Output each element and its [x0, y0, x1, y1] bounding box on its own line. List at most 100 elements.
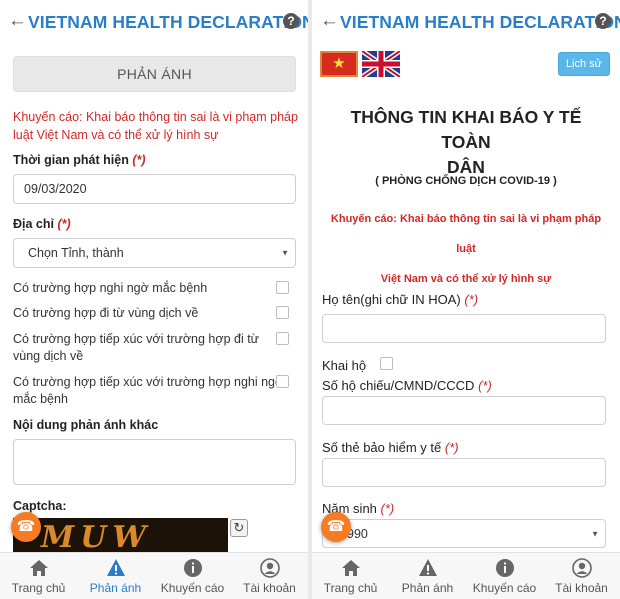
required-mark: (*) [444, 440, 459, 455]
phone-call-icon[interactable]: ☎ [11, 512, 41, 542]
history-button[interactable]: Lịch sử [558, 52, 610, 76]
passport-label-text: Số hộ chiếu/CMND/CCCD [322, 378, 475, 393]
uk-flag-icon[interactable] [362, 51, 400, 77]
birth-year-select[interactable]: 990 ▼ [322, 519, 606, 548]
checkbox-suspected[interactable] [276, 281, 289, 294]
user-icon [543, 558, 620, 580]
info-icon [154, 558, 231, 580]
nav-account[interactable]: Tài khoản [231, 553, 308, 599]
phone-call-icon[interactable]: ☎ [321, 512, 351, 542]
bottom-nav: Trang chủ Phản ánh Khuyến cáo Tài khoản [0, 552, 308, 599]
top-bar: ← VIETNAM HEALTH DECLARATION ? [312, 0, 620, 44]
nav-home-label: Trang chủ [323, 581, 378, 595]
warning-line-1: Khuyến cáo: Khai báo thông tin sai là vi… [330, 213, 602, 255]
address-label-text: Địa chỉ [13, 217, 54, 231]
check-label-contact-epidemic: Có trường hợp tiếp xúc với trường hợp đi… [13, 331, 259, 365]
nav-reflect-label: Phản ánh [401, 581, 454, 595]
dropdown-arrow-icon: ▼ [591, 529, 599, 538]
full-name-label-text: Họ tên(ghi chữ IN HOA) [322, 292, 461, 307]
info-icon [466, 558, 543, 580]
back-arrow-icon[interactable]: ← [8, 11, 27, 31]
required-mark: (*) [380, 501, 395, 516]
app-title: VIETNAM HEALTH DECLARATION [340, 12, 620, 32]
form-title: THÔNG TIN KHAI BÁO Y TẾ TOÀN DÂN [324, 105, 608, 180]
passport-input[interactable] [322, 396, 606, 425]
warning-text: Khuyến cáo: Khai báo thông tin sai là vi… [320, 204, 612, 294]
nav-account[interactable]: Tài khoản [543, 553, 620, 599]
detect-time-label: Thời gian phát hiện (*) [13, 153, 146, 167]
detect-time-value: 09/03/2020 [24, 182, 87, 196]
warning-icon [77, 558, 154, 580]
user-icon [231, 558, 308, 580]
nav-reflect[interactable]: Phản ánh [77, 553, 154, 599]
province-placeholder: Chọn Tỉnh, thành [28, 246, 124, 260]
captcha-image: MUW [13, 518, 228, 554]
insurance-label: Số thẻ bảo hiểm y tế (*) [322, 440, 459, 455]
other-content-label: Nội dung phản ánh khác [13, 418, 159, 432]
detect-time-input[interactable]: 09/03/2020 [13, 174, 296, 204]
province-select[interactable]: Chọn Tỉnh, thành ▼ [13, 238, 296, 268]
required-mark: (*) [132, 153, 146, 167]
app-title: VIETNAM HEALTH DECLARATION [28, 12, 308, 32]
other-content-textarea[interactable] [13, 439, 296, 485]
home-icon [312, 558, 389, 580]
nav-home[interactable]: Trang chủ [312, 553, 389, 599]
home-icon [0, 558, 77, 580]
nav-advice-label: Khuyến cáo [160, 581, 225, 595]
refresh-captcha-icon[interactable]: ↻ [230, 519, 248, 537]
nav-reflect-label: Phản ánh [89, 581, 142, 595]
check-label-line: Có trường hợp tiếp xúc với trường hợp ng… [13, 375, 284, 389]
warning-text: Khuyến cáo: Khai báo thông tin sai là vi… [13, 108, 298, 144]
nav-account-label: Tài khoản [243, 581, 296, 595]
check-label-line: vùng dịch về [13, 349, 84, 363]
nav-home[interactable]: Trang chủ [0, 553, 77, 599]
passport-label: Số hộ chiếu/CMND/CCCD (*) [322, 378, 492, 393]
khai-ho-label: Khai hộ [322, 358, 367, 373]
warning-line-2: luật Việt Nam và có thể xử lý hình sự [13, 128, 219, 142]
help-icon[interactable]: ? [283, 13, 299, 29]
nav-advice[interactable]: Khuyến cáo [466, 553, 543, 599]
form-subtitle: ( PHÒNG CHỐNG DỊCH COVID-19 ) [375, 175, 557, 187]
check-label-line: Có trường hợp nghi ngờ mắc bệnh [13, 281, 208, 295]
captcha-text: MUW [41, 520, 153, 554]
captcha-label: Captcha: [13, 499, 67, 513]
declaration-screen: ← VIETNAM HEALTH DECLARATION ? ★ Lịch sử… [312, 0, 620, 599]
nav-reflect[interactable]: Phản ánh [389, 553, 466, 599]
check-label-contact-suspected: Có trường hợp tiếp xúc với trường hợp ng… [13, 374, 283, 408]
top-bar: ← VIETNAM HEALTH DECLARATION ? [0, 0, 308, 44]
full-name-input[interactable] [322, 314, 606, 343]
vietnam-flag-icon[interactable]: ★ [320, 51, 358, 77]
nav-account-label: Tài khoản [555, 581, 608, 595]
required-mark: (*) [478, 378, 492, 393]
star-icon: ★ [332, 54, 346, 72]
form-title-line-1: THÔNG TIN KHAI BÁO Y TẾ TOÀN [350, 107, 582, 152]
detect-time-label-text: Thời gian phát hiện [13, 153, 129, 167]
nav-home-label: Trang chủ [11, 581, 66, 595]
checkbox-contact-epidemic[interactable] [276, 332, 289, 345]
required-mark: (*) [464, 292, 479, 307]
checkbox-contact-suspected[interactable] [276, 375, 289, 388]
reflect-screen: ← VIETNAM HEALTH DECLARATION ? PHẢN ÁNH … [0, 0, 308, 599]
back-arrow-icon[interactable]: ← [320, 11, 339, 31]
check-label-line: Có trường hợp đi từ vùng dịch về [13, 306, 199, 320]
warning-line-2: Việt Nam và có thể xử lý hình sự [380, 273, 552, 285]
checkbox-from-epidemic[interactable] [276, 306, 289, 319]
insurance-label-text: Số thẻ bảo hiểm y tế [322, 440, 442, 455]
warning-line-1: Khuyến cáo: Khai báo thông tin sai là vi… [13, 110, 298, 124]
dropdown-arrow-icon: ▼ [281, 248, 289, 258]
nav-advice[interactable]: Khuyến cáo [154, 553, 231, 599]
reflect-tab-button[interactable]: PHẢN ÁNH [13, 56, 296, 92]
required-mark: (*) [57, 217, 71, 231]
nav-advice-label: Khuyến cáo [472, 581, 537, 595]
bottom-nav: Trang chủ Phản ánh Khuyến cáo Tài khoản [312, 552, 620, 599]
address-label: Địa chỉ (*) [13, 217, 71, 231]
khai-ho-checkbox[interactable] [380, 357, 393, 370]
full-name-label: Họ tên(ghi chữ IN HOA) (*) [322, 292, 478, 307]
check-label-from-epidemic: Có trường hợp đi từ vùng dịch về [13, 305, 198, 322]
insurance-input[interactable] [322, 458, 606, 487]
check-label-suspected: Có trường hợp nghi ngờ mắc bệnh [13, 280, 207, 297]
check-label-line: mắc bệnh [13, 392, 68, 406]
help-icon[interactable]: ? [595, 13, 611, 29]
warning-icon [389, 558, 466, 580]
check-label-line: Có trường hợp tiếp xúc với trường hợp đi… [13, 332, 260, 346]
